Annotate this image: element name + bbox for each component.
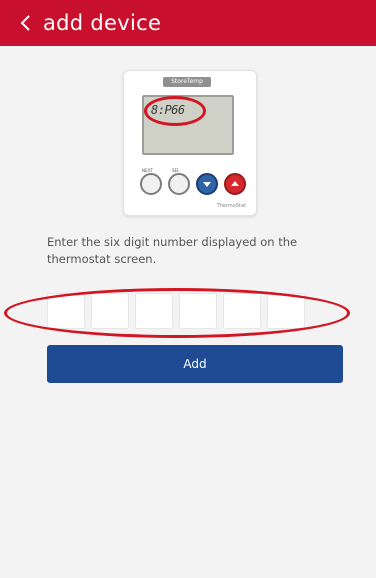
thermostat-buttons: NEXT SEL — [140, 168, 250, 197]
instruction-text: Enter the six digit number displayed on … — [47, 235, 298, 266]
top-bar: add device — [0, 0, 376, 46]
add-device-screen: add device StoreTemp 8:P66 NEXT SEL Ther… — [0, 0, 376, 578]
code-digit-4[interactable] — [179, 293, 217, 329]
thermostat-image: StoreTemp 8:P66 NEXT SEL ThermoStat — [123, 70, 257, 216]
code-digit-3[interactable] — [135, 293, 173, 329]
code-digit-6[interactable] — [267, 293, 305, 329]
chevron-left-icon — [20, 14, 31, 32]
add-button[interactable]: Add — [47, 345, 343, 383]
sel-label: SEL — [172, 168, 180, 173]
thermostat-sel-button: SEL — [168, 168, 190, 195]
arrow-down-icon — [196, 173, 218, 195]
device-footer-logo: ThermoStat — [216, 203, 246, 209]
back-button[interactable] — [0, 0, 37, 46]
page-title: add device — [43, 11, 162, 35]
code-digit-2[interactable] — [91, 293, 129, 329]
next-label: NEXT — [142, 168, 153, 173]
brand-badge: StoreTemp — [163, 77, 211, 87]
code-digit-1[interactable] — [47, 293, 85, 329]
thermostat-next-button: NEXT — [140, 168, 162, 195]
code-input-row — [47, 293, 347, 329]
lcd-highlight-circle — [144, 96, 206, 126]
arrow-up-icon — [224, 173, 246, 195]
code-digit-5[interactable] — [223, 293, 261, 329]
